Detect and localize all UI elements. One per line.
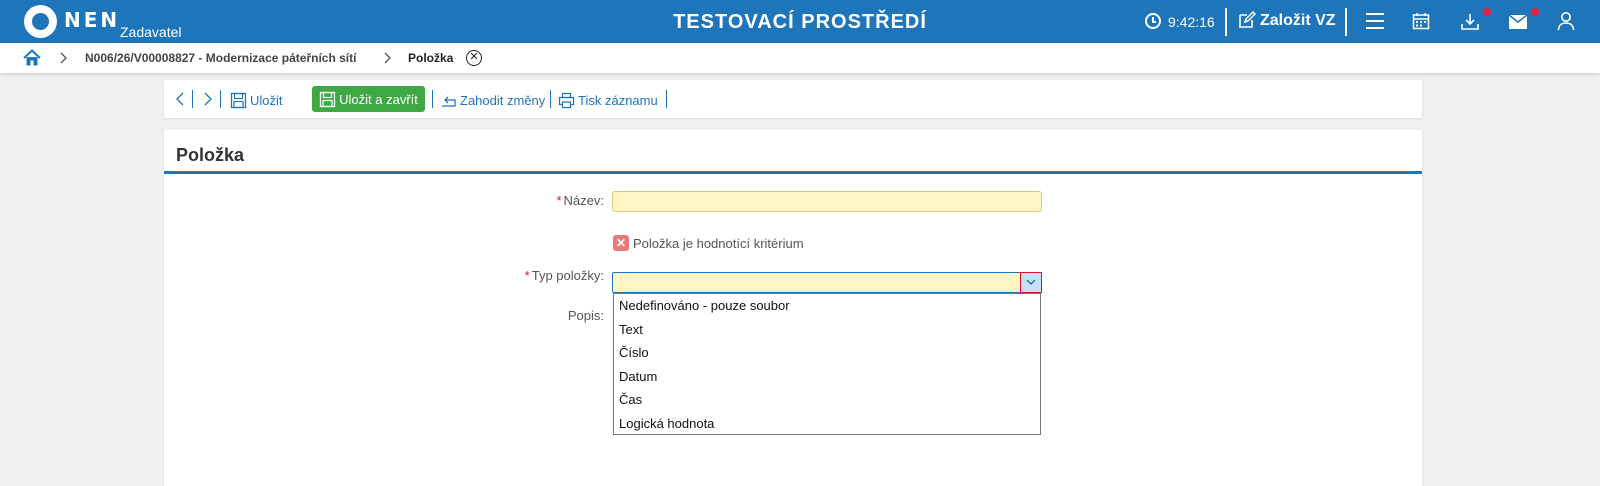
edit-icon[interactable] xyxy=(1238,11,1256,29)
mail-icon[interactable] xyxy=(1508,14,1528,30)
menu-icon[interactable] xyxy=(1366,13,1384,29)
toolbar-divider xyxy=(432,90,433,108)
calendar-icon[interactable] xyxy=(1412,12,1430,30)
item-type-dropdown-list: Nedefinováno - pouze soubor Text Číslo D… xyxy=(613,293,1041,435)
chevron-down-icon xyxy=(1026,279,1036,285)
save-button[interactable]: Uložit xyxy=(230,90,283,110)
breadcrumb-item-tender[interactable]: N006/26/V00008827 - Modernizace páteřníc… xyxy=(85,51,356,65)
description-label: Popis: xyxy=(567,308,604,323)
item-form-card: Položka * Název: ✕ Položka je hodnotící k… xyxy=(164,130,1422,486)
action-toolbar: Uložit Uložit a zavřít Zahodit změny Tis… xyxy=(164,80,1422,118)
dropdown-option[interactable]: Datum xyxy=(614,365,1040,389)
title-underline xyxy=(164,171,1422,174)
dropdown-option[interactable]: Nedefinováno - pouze soubor xyxy=(614,294,1040,318)
required-asterisk: * xyxy=(524,268,530,283)
save-and-close-button[interactable]: Uložit a zavřít xyxy=(312,86,425,112)
item-type-label: * Typ položky: xyxy=(524,268,604,283)
download-icon[interactable] xyxy=(1460,12,1480,32)
print-record-label: Tisk záznamu xyxy=(578,92,658,108)
previous-record-icon[interactable] xyxy=(176,92,184,106)
dropdown-option[interactable]: Číslo xyxy=(614,341,1040,365)
print-icon xyxy=(558,92,575,108)
user-icon[interactable] xyxy=(1557,11,1575,31)
header-divider xyxy=(1225,8,1227,36)
logo-subtitle: Zadavatel xyxy=(120,24,182,40)
dropdown-option[interactable]: Text xyxy=(614,318,1040,342)
chevron-right-icon xyxy=(384,52,391,64)
clock-icon xyxy=(1145,13,1161,29)
home-icon[interactable] xyxy=(23,49,41,67)
name-label: * Název: xyxy=(556,193,604,208)
close-tab-icon[interactable]: ✕ xyxy=(466,50,482,66)
item-type-select[interactable] xyxy=(612,272,1042,293)
print-record-button[interactable]: Tisk záznamu xyxy=(558,90,658,110)
dropdown-option[interactable]: Čas xyxy=(614,388,1040,412)
dropdown-toggle-button[interactable] xyxy=(1020,272,1042,293)
logo-text[interactable]: NEN xyxy=(64,8,120,32)
toolbar-divider xyxy=(666,90,667,108)
evaluation-criterion-checkbox[interactable]: ✕ Položka je hodnotící kritérium xyxy=(613,235,804,251)
toolbar-divider xyxy=(192,90,193,108)
discard-changes-label: Zahodit změny xyxy=(460,92,546,108)
unchecked-x-icon[interactable]: ✕ xyxy=(613,235,629,251)
header-divider xyxy=(1345,8,1347,36)
download-notification-badge xyxy=(1483,8,1491,16)
undo-icon xyxy=(442,96,456,107)
toolbar-divider xyxy=(550,90,551,108)
save-and-close-label: Uložit a zavřít xyxy=(339,91,418,107)
top-bar: NEN Zadavatel TESTOVACÍ PROSTŘEDÍ 9:42:1… xyxy=(0,0,1600,43)
next-record-icon[interactable] xyxy=(204,92,212,106)
mail-notification-badge xyxy=(1531,8,1539,16)
evaluation-criterion-label: Položka je hodnotící kritérium xyxy=(633,235,804,251)
name-input[interactable] xyxy=(612,191,1042,212)
save-button-label: Uložit xyxy=(250,92,283,108)
chevron-right-icon xyxy=(60,52,67,64)
toolbar-divider xyxy=(220,90,221,108)
new-vz-button[interactable]: Založit VZ xyxy=(1260,12,1336,30)
dropdown-option[interactable]: Logická hodnota xyxy=(614,412,1040,436)
save-icon xyxy=(230,92,247,108)
required-asterisk: * xyxy=(556,193,562,208)
form-title: Položka xyxy=(176,145,245,165)
session-time: 9:42:16 xyxy=(1168,14,1215,30)
save-icon xyxy=(319,91,336,107)
nen-logo-icon[interactable] xyxy=(24,5,57,38)
environment-title: TESTOVACÍ PROSTŘEDÍ xyxy=(673,11,927,33)
discard-changes-button[interactable]: Zahodit změny xyxy=(440,90,545,110)
breadcrumb: N006/26/V00008827 - Modernizace páteřníc… xyxy=(0,43,1600,73)
breadcrumb-current: Položka xyxy=(408,51,454,65)
